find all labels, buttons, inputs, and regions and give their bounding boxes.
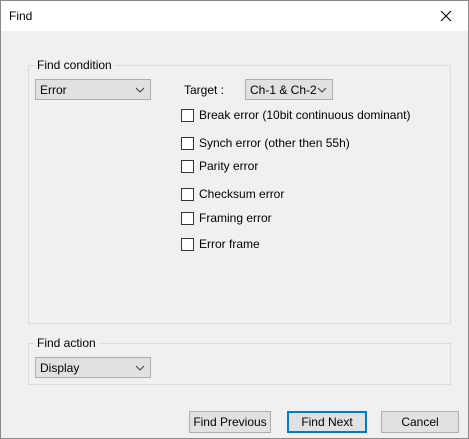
find-action-value: Display (40, 361, 80, 375)
checkbox-box[interactable] (181, 211, 194, 225)
condition-type-value: Error (40, 83, 67, 97)
checkbox-framing-error[interactable]: Framing error (181, 210, 272, 226)
checkbox-break-error[interactable]: Break error (10bit continuous dominant) (181, 107, 410, 123)
checkbox-box[interactable] (181, 187, 194, 201)
checkbox-label: Error frame (199, 237, 260, 251)
find-previous-label: Find Previous (193, 415, 267, 429)
target-select[interactable]: Ch-1 & Ch-2 (245, 79, 333, 100)
target-value: Ch-1 & Ch-2 (250, 83, 317, 97)
condition-type-select[interactable]: Error (35, 79, 151, 100)
chevron-down-icon (135, 365, 145, 371)
checkbox-label: Checksum error (199, 187, 285, 201)
chevron-down-icon (317, 87, 327, 93)
checkbox-label: Framing error (199, 211, 272, 225)
find-action-select[interactable]: Display (35, 357, 151, 378)
find-next-label: Find Next (301, 415, 353, 429)
cancel-label: Cancel (401, 415, 439, 429)
checkbox-synch-error[interactable]: Synch error (other then 55h) (181, 135, 350, 151)
checkbox-checksum-error[interactable]: Checksum error (181, 186, 284, 202)
find-previous-button[interactable]: Find Previous (189, 411, 271, 433)
checkbox-box[interactable] (181, 159, 194, 173)
checkbox-error-frame[interactable]: Error frame (181, 236, 260, 252)
find-action-legend: Find action (35, 336, 98, 350)
dialog-title: Find (9, 9, 33, 23)
checkbox-box[interactable] (181, 136, 194, 150)
title-bar: Find (1, 1, 468, 31)
find-dialog: Find Find condition Error Target : Ch-1 … (0, 0, 469, 439)
chevron-down-icon (135, 87, 145, 93)
checkbox-label: Break error (10bit continuous dominant) (199, 108, 411, 122)
close-button[interactable] (424, 1, 468, 31)
find-condition-legend: Find condition (35, 58, 114, 72)
checkbox-label: Synch error (other then 55h) (199, 136, 350, 150)
checkbox-parity-error[interactable]: Parity error (181, 158, 258, 174)
checkbox-box[interactable] (181, 108, 194, 122)
checkbox-label: Parity error (199, 159, 259, 173)
find-next-button[interactable]: Find Next (287, 411, 367, 433)
target-label: Target : (184, 83, 225, 97)
cancel-button[interactable]: Cancel (381, 411, 459, 433)
checkbox-box[interactable] (181, 237, 194, 251)
close-icon (440, 10, 452, 22)
